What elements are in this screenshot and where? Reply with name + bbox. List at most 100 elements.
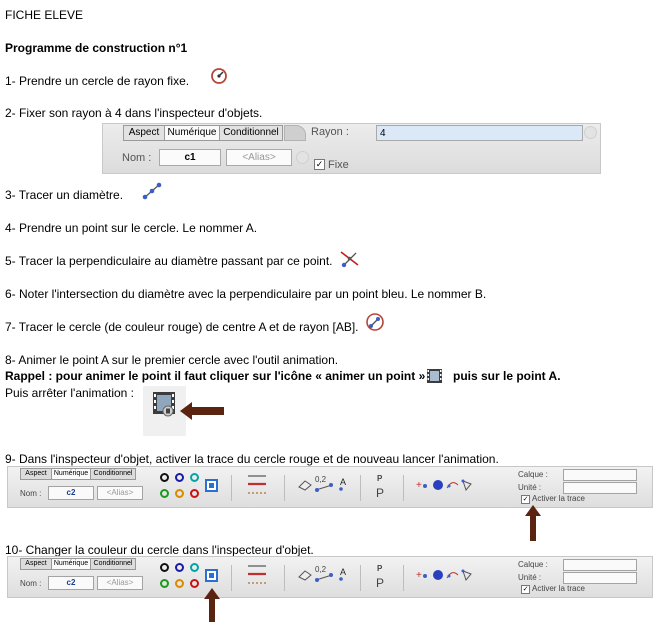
alias-knob[interactable] xyxy=(296,151,309,164)
toolbar-separator xyxy=(403,475,404,501)
inspector-toolbar-1: Aspect Numérique Conditionnel Nom : c2 <… xyxy=(7,466,653,508)
measure-icon[interactable] xyxy=(314,481,334,496)
toolbar-separator xyxy=(360,565,361,591)
step-9-text: 9- Dans l'inspecteur d'objet, activer la… xyxy=(5,452,499,466)
label-point-icon[interactable]: A xyxy=(338,566,350,585)
inspector-toolbar-2: Aspect Numérique Conditionnel Nom : c2 <… xyxy=(7,556,653,598)
tab-conditionnel[interactable]: Conditionnel xyxy=(90,558,136,570)
toolbar-separator xyxy=(360,475,361,501)
rayon-label: Rayon : xyxy=(311,126,349,138)
point-size-small[interactable]: P xyxy=(377,564,382,573)
point-size-large[interactable]: P xyxy=(376,486,384,500)
swatch-cyan[interactable] xyxy=(190,563,199,572)
tab-conditionnel[interactable]: Conditionnel xyxy=(90,468,136,480)
step-8-text: 8- Animer le point A sur le premier cerc… xyxy=(5,353,339,367)
unite-input[interactable] xyxy=(563,572,637,584)
tab-numerique[interactable]: Numérique xyxy=(51,558,91,570)
swatch-red[interactable] xyxy=(190,489,199,498)
point-style-icons[interactable]: + xyxy=(416,567,474,586)
nom-label: Nom : xyxy=(20,579,42,588)
compass-circle-icon xyxy=(364,311,386,336)
tab-numerique[interactable]: Numérique xyxy=(51,468,91,480)
fixe-checkbox[interactable]: ✓ xyxy=(314,159,325,170)
point-style-icons[interactable]: + xyxy=(416,477,474,496)
alias-input[interactable]: <Alias> xyxy=(226,149,292,166)
alias-input[interactable]: <Alias> xyxy=(97,576,143,590)
nom-input[interactable]: c2 xyxy=(48,486,94,500)
swatch-black[interactable] xyxy=(160,473,169,482)
swatch-red[interactable] xyxy=(190,579,199,588)
swatch-green[interactable] xyxy=(160,579,169,588)
segment-icon xyxy=(140,180,164,205)
swatch-orange[interactable] xyxy=(175,489,184,498)
swatch-black[interactable] xyxy=(160,563,169,572)
pointer-arrow-up-trace xyxy=(525,505,541,544)
rappel-text-a: Rappel : pour animer le point il faut cl… xyxy=(5,369,426,383)
trace-checkbox[interactable]: ✓ xyxy=(521,495,530,504)
tab-conditionnel[interactable]: Conditionnel xyxy=(219,125,283,141)
circle-fixed-radius-icon xyxy=(209,66,229,89)
rappel-text-b: puis sur le point A. xyxy=(453,369,561,383)
trace-checkbox[interactable]: ✓ xyxy=(521,585,530,594)
step-3-text: 3- Tracer un diamètre. xyxy=(5,188,124,202)
tab-aspect[interactable]: Aspect xyxy=(20,468,52,480)
eraser-icon[interactable] xyxy=(298,569,312,584)
step-4-text: 4- Prendre un point sur le cercle. Le no… xyxy=(5,221,258,235)
swatch-blue[interactable] xyxy=(175,563,184,572)
toolbar-separator xyxy=(231,565,232,591)
section-heading: Programme de construction n°1 xyxy=(5,41,188,55)
tab-aspect[interactable]: Aspect xyxy=(20,558,52,570)
label-point-icon[interactable]: A xyxy=(338,476,350,495)
nom-label: Nom : xyxy=(122,152,152,164)
swatch-cyan[interactable] xyxy=(190,473,199,482)
selected-color-swatch[interactable] xyxy=(205,479,218,492)
calque-label: Calque : xyxy=(518,470,548,479)
selected-color-swatch[interactable] xyxy=(205,569,218,582)
swatch-blue[interactable] xyxy=(175,473,184,482)
film-animation-icon xyxy=(426,368,443,387)
step-7-text: 7- Tracer le cercle (de couleur rouge) d… xyxy=(5,320,359,334)
svg-text:A: A xyxy=(340,477,346,487)
step-5-text: 5- Tracer la perpendiculaire au diamètre… xyxy=(5,254,333,268)
line-style-icon[interactable] xyxy=(246,561,268,594)
pointer-arrow-up-color xyxy=(204,588,220,625)
svg-text:A: A xyxy=(340,567,346,577)
calque-input[interactable] xyxy=(563,469,637,481)
toolbar-separator xyxy=(284,475,285,501)
toolbar-separator xyxy=(284,565,285,591)
toolbar-separator xyxy=(403,565,404,591)
alias-input[interactable]: <Alias> xyxy=(97,486,143,500)
document-title: FICHE ELEVE xyxy=(5,8,84,22)
object-inspector-panel: Aspect Numérique Conditionnel Rayon : 4 … xyxy=(102,123,601,174)
point-size-small[interactable]: P xyxy=(377,474,382,483)
unite-label: Unité : xyxy=(518,483,542,492)
calque-input[interactable] xyxy=(563,559,637,571)
svg-text:+: + xyxy=(416,570,422,581)
trace-label: Activer la trace xyxy=(532,584,585,593)
eraser-icon[interactable] xyxy=(298,479,312,494)
unite-input[interactable] xyxy=(563,482,637,494)
tab-corner xyxy=(284,125,306,141)
svg-text:+: + xyxy=(416,480,422,491)
swatch-orange[interactable] xyxy=(175,579,184,588)
tab-numerique[interactable]: Numérique xyxy=(164,125,220,141)
measure-icon[interactable] xyxy=(314,571,334,586)
rayon-input[interactable]: 4 xyxy=(376,125,583,141)
nom-input[interactable]: c1 xyxy=(159,149,221,166)
step-1-text: 1- Prendre un cercle de rayon fixe. xyxy=(5,74,190,88)
nom-label: Nom : xyxy=(20,489,42,498)
step-6-text: 6- Noter l'intersection du diamètre avec… xyxy=(5,287,487,301)
unite-label: Unité : xyxy=(518,573,542,582)
fixe-label: Fixe xyxy=(328,159,349,171)
rayon-knob[interactable] xyxy=(584,126,597,139)
point-size-large[interactable]: P xyxy=(376,576,384,590)
step-10-text: 10- Changer la couleur du cercle dans l'… xyxy=(5,543,314,557)
nom-input[interactable]: c2 xyxy=(48,576,94,590)
pointer-arrow-left xyxy=(180,402,226,423)
line-style-icon[interactable] xyxy=(246,471,268,504)
swatch-green[interactable] xyxy=(160,489,169,498)
trace-label: Activer la trace xyxy=(532,494,585,503)
stop-animation-text: Puis arrêter l'animation : xyxy=(5,386,135,400)
step-2-text: 2- Fixer son rayon à 4 dans l'inspecteur… xyxy=(5,106,263,120)
tab-aspect[interactable]: Aspect xyxy=(123,125,165,141)
